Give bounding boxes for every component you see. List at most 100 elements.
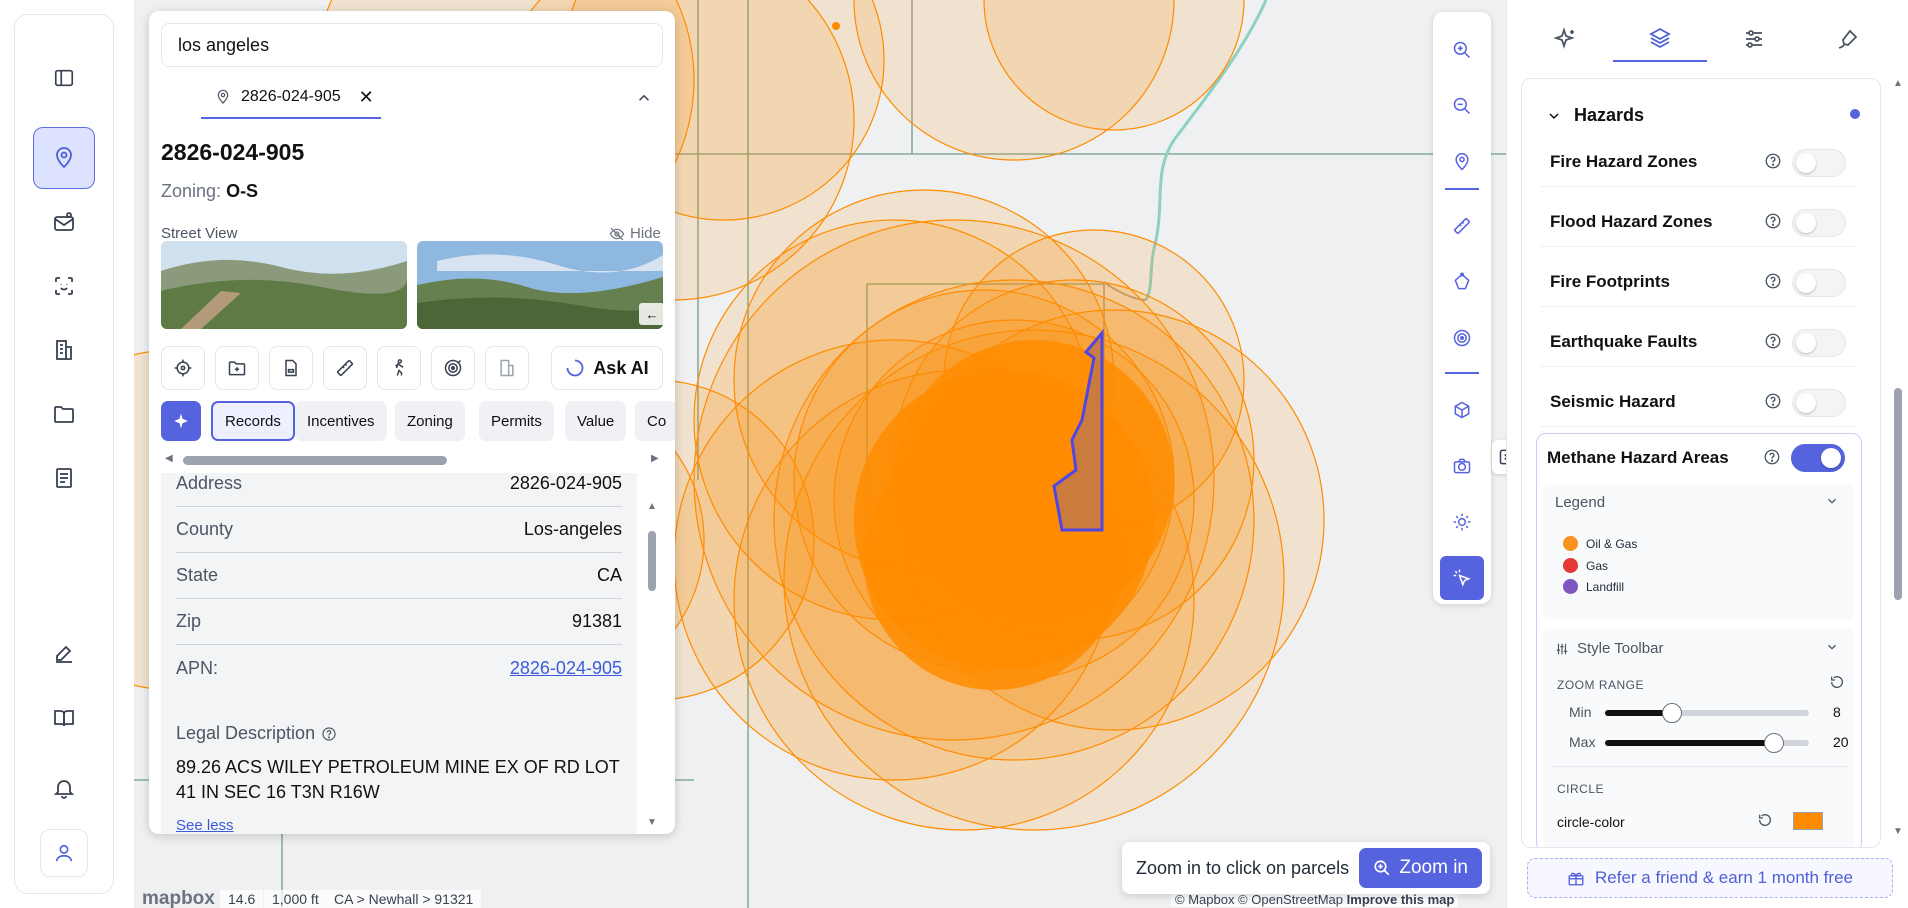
min-zoom-slider[interactable] [1605, 703, 1809, 723]
help-icon[interactable] [1763, 448, 1781, 471]
folder-nav-button[interactable] [33, 383, 95, 445]
circle-color-swatch[interactable] [1793, 812, 1823, 830]
tab-zoning[interactable]: Zoning [395, 401, 465, 441]
tab-overflow[interactable]: Co [635, 401, 675, 441]
street-view-image-2[interactable] [417, 241, 663, 329]
add-to-folder-button[interactable] [215, 346, 259, 390]
layer-toggle[interactable] [1791, 444, 1845, 472]
notifications-nav-button[interactable] [33, 757, 95, 819]
document-nav-button[interactable] [33, 447, 95, 509]
tabs-scrollbar[interactable]: ◀ ▶ [161, 453, 663, 467]
street-view-image-1[interactable] [161, 241, 407, 329]
chevron-up-icon[interactable] [635, 89, 653, 112]
location-search-input[interactable]: los angeles [161, 23, 663, 67]
chevron-down-icon[interactable] [1825, 494, 1839, 513]
tab-incentives[interactable]: Incentives [295, 401, 387, 441]
help-icon[interactable] [1764, 392, 1782, 415]
brightness-button[interactable] [1440, 500, 1484, 544]
style-toolbar-header[interactable]: Style Toolbar [1555, 640, 1663, 657]
records-scrollbar[interactable]: ▲ ▼ [645, 501, 659, 831]
help-icon[interactable] [1764, 332, 1782, 355]
ai-sparkle-tab[interactable] [161, 401, 201, 441]
face-scan-nav-button[interactable] [33, 255, 95, 317]
scroll-down-arrow[interactable]: ▼ [1893, 826, 1903, 837]
attribution-text[interactable]: © Mapbox © OpenStreetMap [1175, 892, 1343, 907]
help-icon[interactable] [1764, 152, 1782, 175]
report-button[interactable] [269, 346, 313, 390]
scroll-up-arrow[interactable]: ▲ [1893, 78, 1903, 89]
see-less-link[interactable]: See less [176, 817, 234, 834]
scroll-down-arrow[interactable]: ▼ [647, 817, 657, 828]
tab-draw[interactable] [1801, 16, 1895, 62]
buildings-nav-button[interactable] [33, 319, 95, 381]
buildings-button[interactable] [485, 346, 529, 390]
referral-button[interactable]: Refer a friend & earn 1 month free [1527, 858, 1893, 898]
mail-nav-button[interactable] [33, 191, 95, 253]
tab-permits[interactable]: Permits [479, 401, 554, 441]
select-tool-button[interactable] [1440, 556, 1484, 600]
radius-button[interactable] [1440, 316, 1484, 360]
walk-score-button[interactable] [377, 346, 421, 390]
chevron-down-icon[interactable] [1825, 640, 1839, 659]
toolbar-separator [1445, 188, 1479, 190]
layer-earthquake-faults: Earthquake Faults [1540, 317, 1858, 367]
scroll-left-arrow[interactable]: ◀ [165, 453, 173, 464]
parcel-chip[interactable]: 2826-024-905 ✕ [201, 77, 381, 119]
ask-ai-button[interactable]: Ask AI [551, 346, 663, 390]
3d-view-button[interactable] [1440, 388, 1484, 432]
scroll-right-arrow[interactable]: ▶ [651, 453, 659, 464]
map-pin-nav-button[interactable] [33, 127, 95, 189]
scrollbar-thumb[interactable] [1894, 388, 1902, 600]
hazards-section-header[interactable]: Hazards [1546, 105, 1644, 126]
locate-parcel-button[interactable] [161, 346, 205, 390]
hide-street-view-button[interactable]: Hide [609, 225, 661, 242]
scrollbar-thumb[interactable] [183, 456, 447, 465]
toggle-sidebar-button[interactable] [33, 47, 95, 109]
reset-icon[interactable] [1829, 674, 1845, 695]
edit-nav-button[interactable] [33, 623, 95, 685]
scrollbar-thumb[interactable] [648, 531, 656, 591]
screenshot-button[interactable] [1440, 444, 1484, 488]
help-icon[interactable] [1764, 272, 1782, 295]
layer-toggle[interactable] [1792, 329, 1846, 357]
legend-header[interactable]: Legend [1555, 494, 1605, 511]
close-icon[interactable]: ✕ [359, 87, 374, 108]
draw-polygon-button[interactable] [1440, 260, 1484, 304]
apn-link[interactable]: 2826-024-905 [510, 658, 622, 679]
user-icon [53, 842, 75, 864]
max-zoom-slider[interactable] [1605, 733, 1809, 753]
layers-icon [1648, 26, 1672, 50]
street-view-prev-button[interactable]: ← [639, 303, 665, 325]
tab-value[interactable]: Value [565, 401, 627, 441]
tab-ai[interactable] [1519, 16, 1613, 62]
layer-toggle[interactable] [1792, 269, 1846, 297]
tab-records[interactable]: Records [211, 401, 295, 441]
cursor-click-icon [1452, 568, 1472, 588]
improve-map-link[interactable]: Improve this map [1347, 892, 1455, 907]
street-view-next-button[interactable]: → [667, 303, 675, 325]
tab-layers[interactable] [1613, 16, 1707, 62]
parcel-id-title: 2826-024-905 [161, 139, 305, 165]
help-icon[interactable] [1764, 212, 1782, 235]
records-list: Address 2826-024-905 County Los-angeles St… [161, 473, 637, 834]
measure-button[interactable] [1440, 204, 1484, 248]
zoom-in-cta-button[interactable]: Zoom in [1359, 848, 1482, 888]
layer-toggle[interactable] [1792, 209, 1846, 237]
tab-filters[interactable] [1707, 16, 1801, 62]
user-profile-button[interactable] [40, 829, 88, 877]
zoom-in-button[interactable] [1440, 28, 1484, 72]
zoning-value: O-S [226, 181, 259, 201]
layers-scrollbar[interactable]: ▲ ▼ [1891, 78, 1905, 848]
slider-handle[interactable] [1764, 733, 1785, 753]
slider-handle[interactable] [1662, 703, 1683, 723]
help-icon[interactable] [321, 726, 337, 742]
layer-toggle[interactable] [1792, 149, 1846, 177]
measure-parcel-button[interactable] [323, 346, 367, 390]
zoom-out-button[interactable] [1440, 84, 1484, 128]
locate-button[interactable] [1440, 140, 1484, 184]
layer-toggle[interactable] [1792, 389, 1846, 417]
guide-nav-button[interactable] [33, 687, 95, 749]
reset-icon[interactable] [1757, 812, 1773, 833]
scroll-up-arrow[interactable]: ▲ [647, 501, 657, 512]
radius-search-button[interactable] [431, 346, 475, 390]
